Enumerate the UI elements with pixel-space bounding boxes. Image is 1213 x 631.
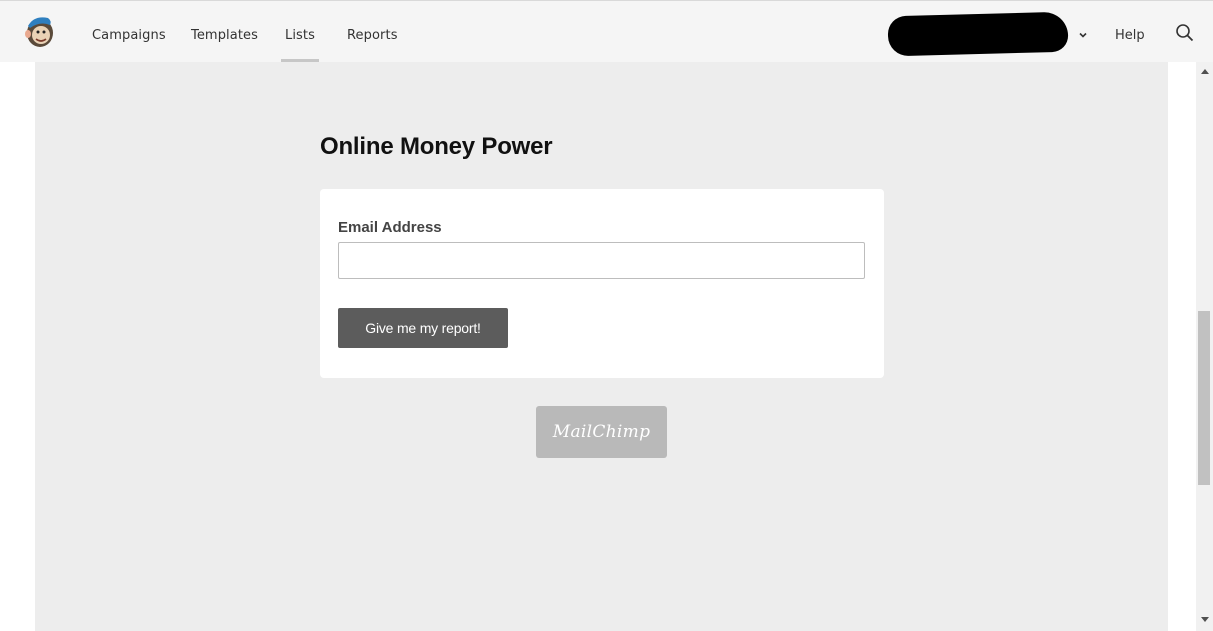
mailchimp-badge-label: MailChimp — [552, 422, 651, 442]
mailchimp-logo-icon[interactable] — [22, 13, 58, 49]
email-label: Email Address — [338, 219, 442, 236]
email-field[interactable] — [338, 242, 865, 279]
top-nav-bar: Campaigns Templates Lists Reports Help — [0, 0, 1213, 62]
nav-reports[interactable]: Reports — [347, 28, 398, 43]
mailchimp-badge[interactable]: MailChimp — [536, 406, 667, 458]
nav-lists[interactable]: Lists — [285, 28, 315, 43]
nav-campaigns[interactable]: Campaigns — [92, 28, 166, 43]
form-title: Online Money Power — [320, 133, 553, 160]
help-link[interactable]: Help — [1115, 28, 1145, 43]
search-icon[interactable] — [1175, 23, 1195, 43]
chevron-down-icon[interactable] — [1078, 30, 1088, 40]
signup-form-card: Email Address Give me my report! — [320, 189, 884, 378]
submit-button[interactable]: Give me my report! — [338, 308, 508, 348]
scrollbar-thumb[interactable] — [1198, 311, 1210, 485]
nav-templates[interactable]: Templates — [191, 28, 258, 43]
scroll-up-arrow-icon[interactable] — [1201, 68, 1209, 74]
scroll-down-arrow-icon[interactable] — [1201, 617, 1209, 623]
account-name-redaction-mark — [930, 35, 1010, 51]
